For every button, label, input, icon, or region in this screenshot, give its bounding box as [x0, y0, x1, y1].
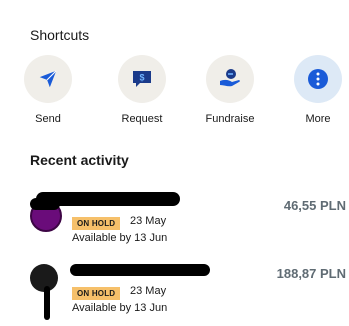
activity-row[interactable]: ON HOLD 23 May Available by 13 Jun 46,55… — [30, 192, 346, 248]
activity-amount: 46,55 PLN — [283, 198, 346, 213]
request-label: Request — [121, 113, 163, 125]
available-date: Available by 13 Jun — [72, 302, 168, 314]
send-shortcut[interactable]: Send — [20, 55, 76, 125]
status-badge: ON HOLD — [72, 287, 121, 300]
send-button[interactable] — [24, 55, 72, 103]
more-label: More — [305, 113, 331, 125]
activity-date: 23 May — [130, 215, 167, 227]
activity-date: 23 May — [130, 285, 167, 297]
fundraise-icon — [220, 69, 240, 87]
request-shortcut[interactable]: $ Request — [114, 55, 170, 125]
available-date: Available by 13 Jun — [72, 232, 168, 244]
recent-activity-title: Recent activity — [30, 152, 129, 168]
send-label: Send — [35, 113, 61, 125]
paypal-home-panel: Shortcuts Send $ Request Fundraise More … — [0, 0, 349, 326]
request-icon: $ — [133, 71, 151, 87]
fundraise-label: Fundraise — [205, 113, 255, 125]
fundraise-button[interactable] — [206, 55, 254, 103]
svg-text:$: $ — [139, 73, 144, 83]
fundraise-shortcut[interactable]: Fundraise — [202, 55, 258, 125]
send-icon — [39, 70, 57, 88]
redacted-name — [30, 198, 60, 210]
status-badge: ON HOLD — [72, 217, 121, 230]
shortcuts-title: Shortcuts — [30, 27, 90, 43]
more-icon — [308, 69, 328, 89]
more-button[interactable] — [294, 55, 342, 103]
redacted-mark — [44, 286, 50, 320]
activity-row[interactable]: ON HOLD 23 May Available by 13 Jun 188,8… — [30, 262, 346, 320]
request-button[interactable]: $ — [118, 55, 166, 103]
redacted-name — [70, 264, 210, 276]
activity-amount: 188,87 PLN — [276, 266, 346, 281]
more-shortcut[interactable]: More — [290, 55, 346, 125]
